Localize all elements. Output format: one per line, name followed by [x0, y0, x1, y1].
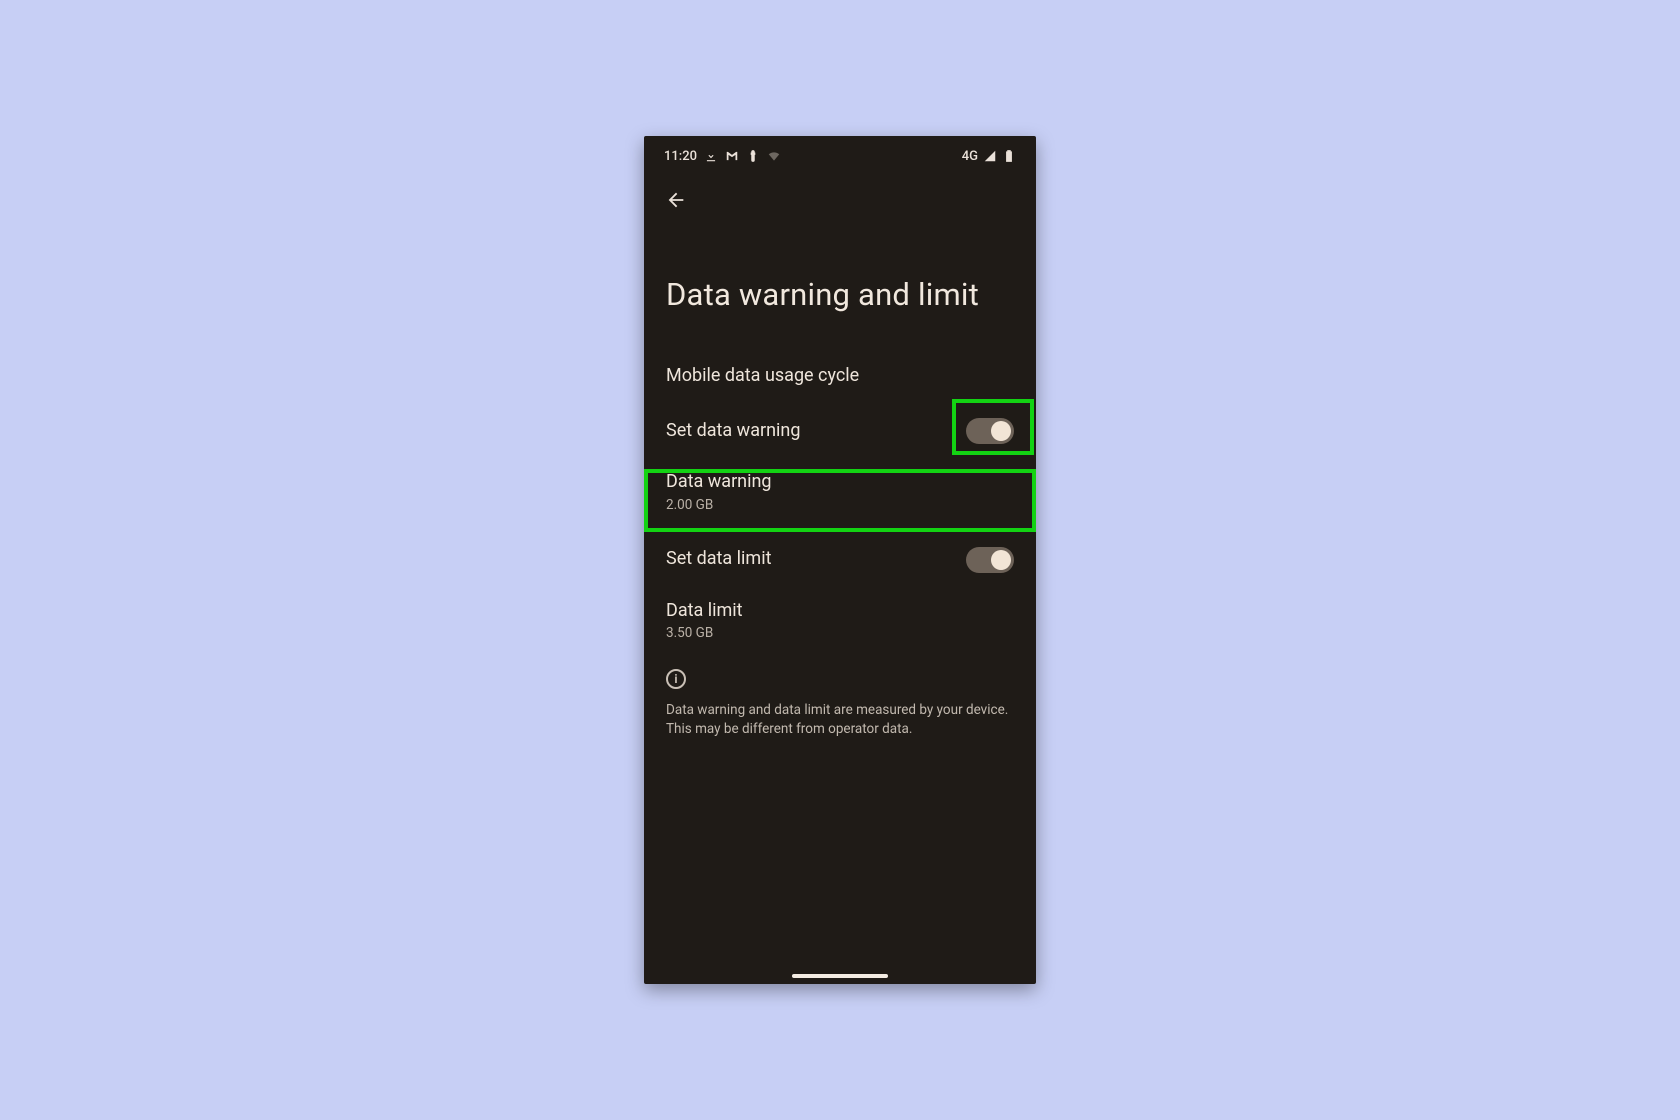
row-label: Set data limit [666, 547, 771, 571]
row-data-warning[interactable]: Data warning 2.00 GB [644, 458, 1036, 524]
status-time: 11:20 [664, 149, 697, 164]
row-set-data-limit[interactable]: Set data limit [644, 533, 1036, 587]
vpn-key-icon [746, 149, 760, 163]
wifi-weak-icon [767, 149, 781, 163]
footer-note: Data warning and data limit are measured… [644, 695, 1036, 740]
row-data-limit[interactable]: Data limit 3.50 GB [644, 587, 1036, 653]
toggle-knob [991, 550, 1011, 570]
row-info: i [644, 653, 1036, 695]
row-label: Data limit [666, 599, 1014, 623]
row-label: Mobile data usage cycle [666, 364, 1014, 388]
row-value: 2.00 GB [666, 497, 1014, 513]
download-icon [704, 149, 718, 163]
phone-frame: 11:20 4G Data warning and limit Mobile d… [644, 136, 1036, 984]
gmail-icon [725, 149, 739, 163]
back-button[interactable] [662, 186, 690, 214]
row-value: 3.50 GB [666, 625, 1014, 641]
row-label: Set data warning [666, 419, 800, 443]
page-title: Data warning and limit [666, 276, 979, 313]
settings-list: Mobile data usage cycle Set data warning… [644, 348, 1036, 740]
cell-signal-icon [983, 149, 997, 163]
status-bar: 11:20 4G [644, 144, 1036, 168]
toggle-set-data-warning[interactable] [966, 418, 1014, 444]
status-right: 4G [962, 149, 1016, 164]
toggle-set-data-limit[interactable] [966, 547, 1014, 573]
info-icon: i [666, 669, 686, 689]
row-usage-cycle[interactable]: Mobile data usage cycle [644, 348, 1036, 404]
nav-handle[interactable] [792, 974, 888, 978]
arrow-left-icon [665, 189, 687, 211]
row-label: Data warning [666, 470, 1014, 494]
toggle-knob [991, 421, 1011, 441]
network-type: 4G [962, 149, 978, 164]
status-left: 11:20 [664, 149, 781, 164]
row-set-data-warning[interactable]: Set data warning [644, 404, 1036, 458]
battery-icon [1002, 149, 1016, 163]
